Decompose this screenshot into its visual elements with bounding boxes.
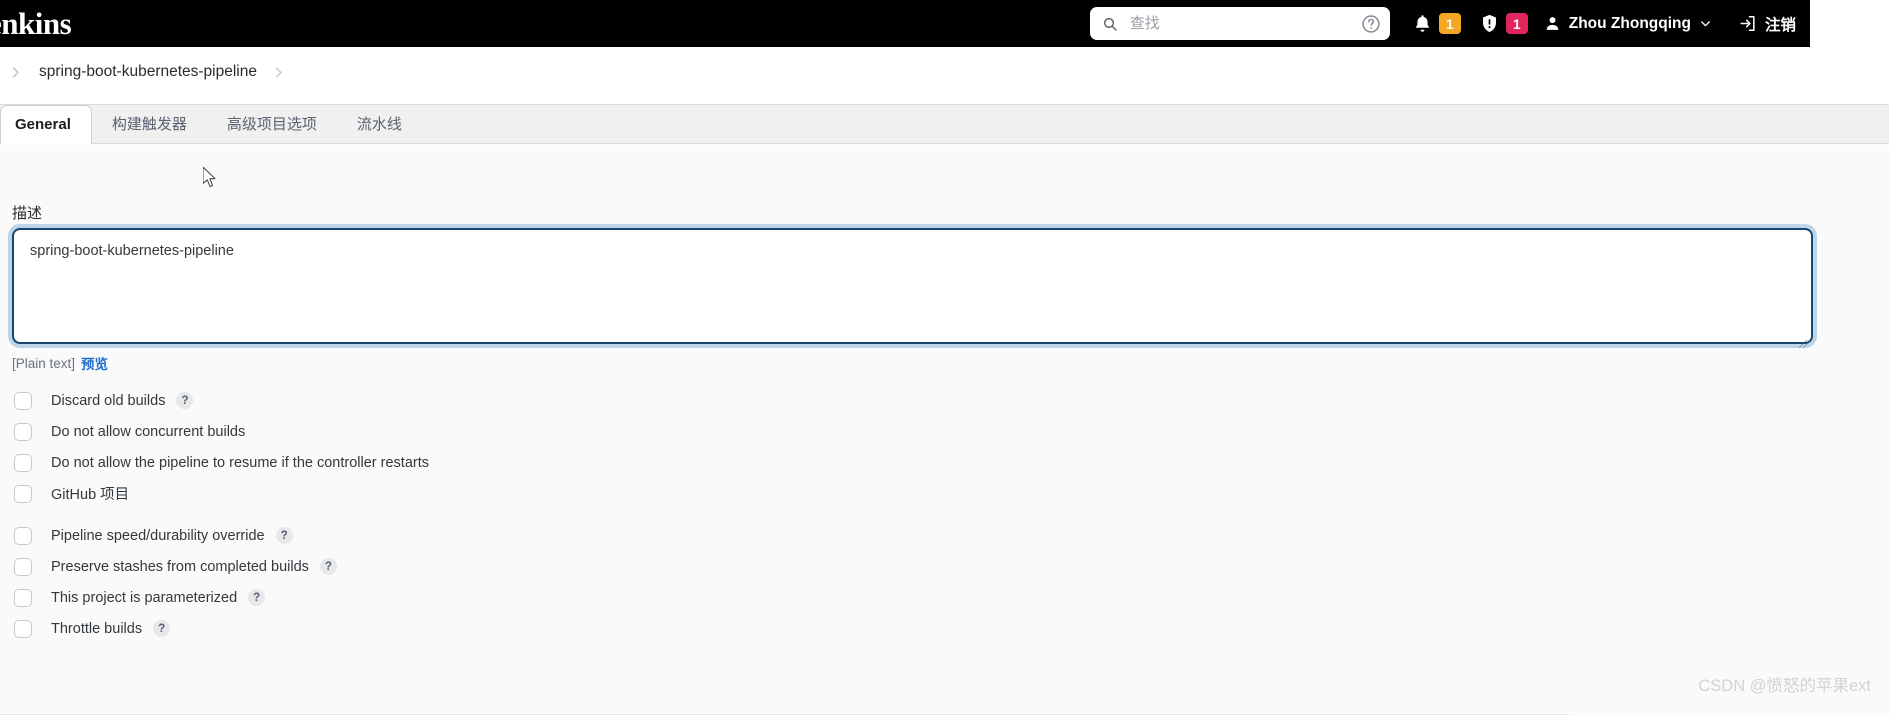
search-box[interactable] (1089, 7, 1390, 40)
checkbox-github-project[interactable] (14, 484, 32, 503)
plain-text-label: [Plain text] (12, 355, 76, 371)
option-label: Discard old builds (51, 392, 166, 409)
logout-label: 注销 (1764, 16, 1796, 34)
search-icon (1102, 16, 1118, 32)
option-row-pipeline-durability[interactable]: Pipeline speed/durability override ? (0, 520, 1889, 551)
jenkins-logo[interactable]: enkins (0, 6, 72, 42)
breadcrumb: spring-boot-kubernetes-pipeline (0, 47, 1889, 97)
preview-link[interactable]: 预览 (81, 353, 108, 373)
checkbox-throttle-builds[interactable] (14, 619, 32, 638)
option-row-throttle-builds[interactable]: Throttle builds ? (0, 613, 1889, 644)
notification-group: 1 1 (1412, 13, 1528, 34)
option-row-no-concurrent-builds[interactable]: Do not allow concurrent builds (0, 416, 1889, 447)
user-icon (1544, 15, 1561, 32)
bell-icon[interactable] (1412, 13, 1433, 34)
option-label: Do not allow the pipeline to resume if t… (51, 454, 429, 471)
chevron-right-icon[interactable] (8, 65, 23, 80)
csdn-watermark: CSDN @愤怒的苹果ext (1698, 677, 1871, 695)
tab-advanced-options[interactable]: 高级项目选项 (207, 104, 337, 143)
option-label: Do not allow concurrent builds (51, 423, 246, 440)
user-menu[interactable]: Zhou Zhongqing (1544, 15, 1712, 33)
breadcrumb-item-project[interactable]: spring-boot-kubernetes-pipeline (39, 63, 257, 81)
option-row-preserve-stashes[interactable]: Preserve stashes from completed builds ? (0, 551, 1889, 582)
help-circle-icon[interactable] (1361, 14, 1381, 34)
checkbox-parameterized[interactable] (14, 588, 32, 607)
option-row-no-resume-on-restart[interactable]: Do not allow the pipeline to resume if t… (0, 447, 1889, 478)
logout-button[interactable]: 注销 (1738, 13, 1796, 35)
option-label: GitHub 项目 (51, 487, 130, 503)
bell-count-badge[interactable]: 1 (1438, 13, 1461, 34)
user-name: Zhou Zhongqing (1568, 14, 1691, 32)
header-right-group: 1 1 Zhou Zhongqing (1089, 0, 1810, 47)
option-row-parameterized[interactable]: This project is parameterized ? (0, 582, 1889, 613)
description-label: 描述 (12, 205, 43, 222)
app-header: enkins 1 (0, 0, 1810, 47)
search-input[interactable] (1127, 7, 1338, 40)
checkbox-no-concurrent-builds[interactable] (14, 422, 32, 441)
checkbox-preserve-stashes[interactable] (14, 557, 32, 576)
option-label: Throttle builds (51, 620, 143, 637)
chevron-down-icon[interactable] (1699, 17, 1712, 30)
shield-exclamation-icon[interactable] (1479, 13, 1500, 34)
option-row-github-project[interactable]: GitHub 项目 (0, 478, 1889, 509)
checkbox-no-resume-on-restart[interactable] (14, 453, 32, 472)
description-textarea[interactable]: spring-boot-kubernetes-pipeline (12, 228, 1813, 344)
option-label: Pipeline speed/durability override (51, 527, 265, 544)
tab-general[interactable]: General (0, 105, 92, 144)
help-icon-preserve-stashes[interactable]: ? (319, 558, 337, 575)
option-row-discard-old-builds[interactable]: Discard old builds ? (0, 385, 1889, 416)
general-config-panel: 描述 spring-boot-kubernetes-pipeline [Plai… (0, 145, 1889, 715)
project-options-list: Discard old builds ? Do not allow concur… (0, 385, 1889, 644)
tab-build-triggers[interactable]: 构建触发器 (92, 104, 207, 143)
help-icon-parameterized[interactable]: ? (248, 589, 266, 606)
checkbox-pipeline-durability[interactable] (14, 526, 32, 545)
option-label: Preserve stashes from completed builds (51, 558, 309, 575)
security-count-badge[interactable]: 1 (1505, 13, 1528, 34)
chevron-right-icon-trailing[interactable] (271, 65, 286, 80)
option-label: This project is parameterized (51, 589, 238, 606)
markup-formatter-note: [Plain text] 预览 (12, 353, 108, 373)
checkbox-discard-old-builds[interactable] (14, 391, 32, 410)
config-tabs: General 构建触发器 高级项目选项 流水线 (0, 104, 1889, 144)
resize-handle-icon[interactable] (1797, 336, 1808, 349)
logout-icon (1738, 14, 1757, 33)
tab-pipeline[interactable]: 流水线 (337, 104, 422, 143)
help-icon-throttle-builds[interactable]: ? (153, 620, 171, 637)
help-icon-pipeline-durability[interactable]: ? (275, 527, 293, 544)
help-icon-discard-old-builds[interactable]: ? (176, 392, 194, 409)
